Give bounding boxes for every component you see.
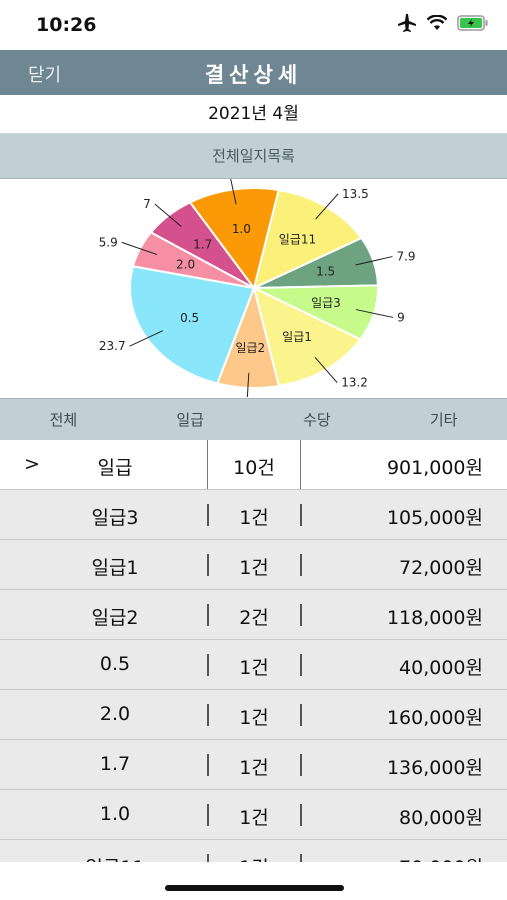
- tab-3[interactable]: 기타: [380, 399, 507, 441]
- row-name: 일급11: [0, 853, 230, 862]
- row-amount: 70,000원: [399, 853, 483, 862]
- row-count: 1건: [239, 707, 269, 729]
- row-amount: 80,000원: [399, 807, 483, 829]
- list-row[interactable]: 1.7 1건 136,000원: [0, 740, 507, 790]
- row-name: 일급2: [91, 607, 139, 629]
- pie-chart-area: 일급1113.51.57.9일급39일급113.2일급280.523.72.05…: [0, 167, 507, 411]
- home-bar: [0, 862, 507, 900]
- tab-2[interactable]: 수당: [254, 399, 381, 441]
- list-row[interactable]: 0.5 1건 40,000원: [0, 640, 507, 690]
- list-row[interactable]: 일급111건 70,000원: [0, 840, 507, 862]
- slice-label: 1.5: [316, 265, 335, 279]
- battery-icon: [457, 15, 488, 31]
- home-indicator: [165, 885, 344, 891]
- slice-label: 일급11: [279, 232, 316, 246]
- slice-value: 11.8: [199, 179, 226, 181]
- slice-value: 5.9: [99, 235, 118, 249]
- slice-value: 13.2: [341, 376, 368, 390]
- row-name: 일급: [97, 457, 133, 479]
- row-count: 1건: [239, 557, 269, 579]
- slice-label: 1.0: [232, 222, 251, 236]
- slice-label: 0.5: [180, 311, 199, 325]
- category-tabs: 전체 일급 수당 기타: [0, 398, 507, 441]
- row-amount: 118,000원: [386, 607, 483, 629]
- row-name: 1.7: [99, 753, 131, 775]
- row-count: 2건: [239, 607, 269, 629]
- slice-value: 23.7: [99, 339, 126, 353]
- row-name: 일급3: [91, 507, 139, 529]
- pie-chart: 일급1113.51.57.9일급39일급113.2일급280.523.72.05…: [99, 167, 416, 411]
- row-amount: 901,000원: [386, 457, 483, 479]
- row-name: 2.0: [99, 703, 131, 725]
- row-amount: 160,000원: [386, 707, 483, 729]
- column-divider: [300, 704, 302, 726]
- column-divider: [300, 504, 302, 526]
- row-amount: 136,000원: [386, 757, 483, 779]
- slice-value: 7: [143, 197, 151, 211]
- list-row[interactable]: 2.0 1건 160,000원: [0, 690, 507, 740]
- row-count: 1건: [239, 657, 269, 679]
- column-divider: [300, 554, 302, 576]
- list-row[interactable]: 1.0 1건 80,000원: [0, 790, 507, 840]
- slice-label: 일급3: [311, 296, 341, 310]
- list-row[interactable]: > 일급 10건 901,000원: [0, 440, 507, 490]
- airplane-icon: [398, 14, 416, 32]
- slice-value: 7.9: [396, 250, 415, 264]
- row-count: 1건: [239, 507, 269, 529]
- page-title: 결산상세: [204, 63, 303, 87]
- column-divider: [300, 754, 302, 776]
- status-time: 10:26: [36, 14, 97, 36]
- tab-1[interactable]: 일급: [127, 399, 254, 441]
- status-icons: [397, 14, 489, 32]
- row-amount: 105,000원: [386, 507, 483, 529]
- list-row[interactable]: 일급1 1건 72,000원: [0, 540, 507, 590]
- column-divider: [300, 604, 302, 626]
- row-count: 10건: [233, 457, 275, 479]
- tab-0[interactable]: 전체: [0, 399, 127, 441]
- row-name: 0.5: [99, 653, 131, 675]
- row-count: 1건: [239, 757, 269, 779]
- slice-label: 1.7: [193, 238, 212, 252]
- column-divider: [300, 440, 301, 489]
- status-bar: 10:26: [0, 0, 507, 50]
- row-amount: 72,000원: [399, 557, 483, 579]
- nav-bar: 닫기 결산상세: [0, 50, 507, 95]
- wifi-icon: [427, 15, 447, 30]
- slice-label: 일급1: [282, 330, 312, 344]
- row-name: 1.0: [99, 803, 131, 825]
- summary-list: > 일급 10건 901,000원 일급3 1건 105,000원 일급1 1건 72,000원 일…: [0, 440, 507, 862]
- period-label[interactable]: 2021년 4월: [0, 95, 507, 134]
- slice-label: 일급2: [235, 341, 265, 355]
- list-row[interactable]: 일급2 2건 118,000원: [0, 590, 507, 640]
- column-divider: [300, 854, 302, 862]
- row-amount: 40,000원: [399, 657, 483, 679]
- all-log-list-button[interactable]: 전체일지목록: [0, 134, 507, 179]
- slice-value: 9: [397, 310, 405, 324]
- row-count: 1건: [208, 853, 300, 862]
- slice-value: 13.5: [342, 187, 369, 201]
- row-count: 1건: [239, 807, 269, 829]
- row-name: 일급1: [91, 557, 139, 579]
- column-divider: [300, 804, 302, 826]
- list-row[interactable]: 일급3 1건 105,000원: [0, 490, 507, 540]
- slice-label: 2.0: [176, 257, 195, 271]
- column-divider: [300, 654, 302, 676]
